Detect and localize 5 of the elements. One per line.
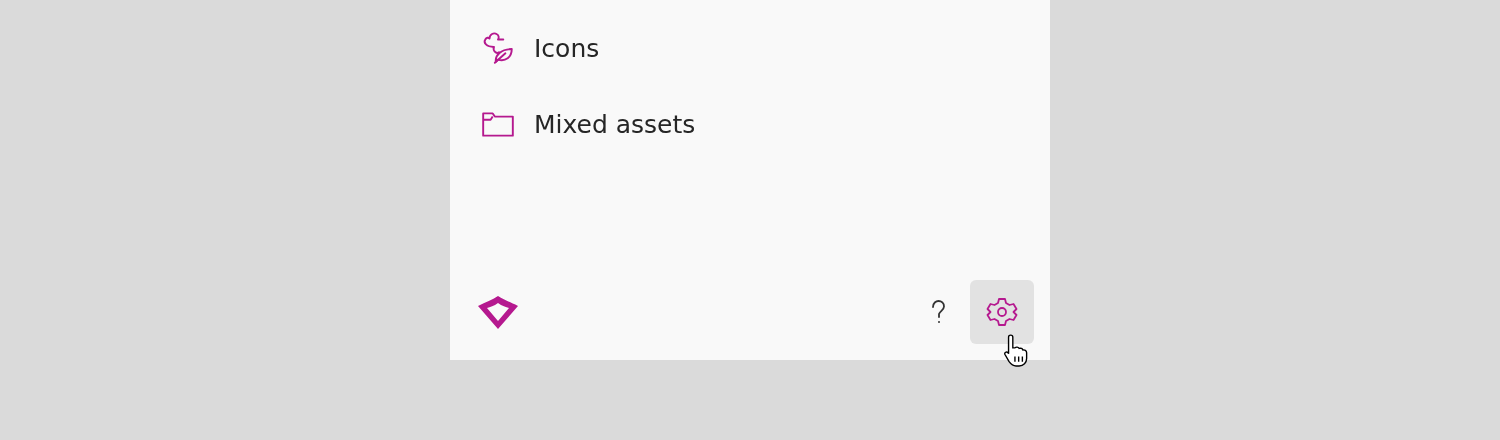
logo-icon (478, 294, 518, 330)
nav-item-label[interactable]: Icons (534, 33, 600, 63)
gear-icon (986, 296, 1018, 328)
settings-button[interactable] (970, 280, 1034, 344)
nav-item-label[interactable]: Mixed assets (534, 109, 696, 139)
